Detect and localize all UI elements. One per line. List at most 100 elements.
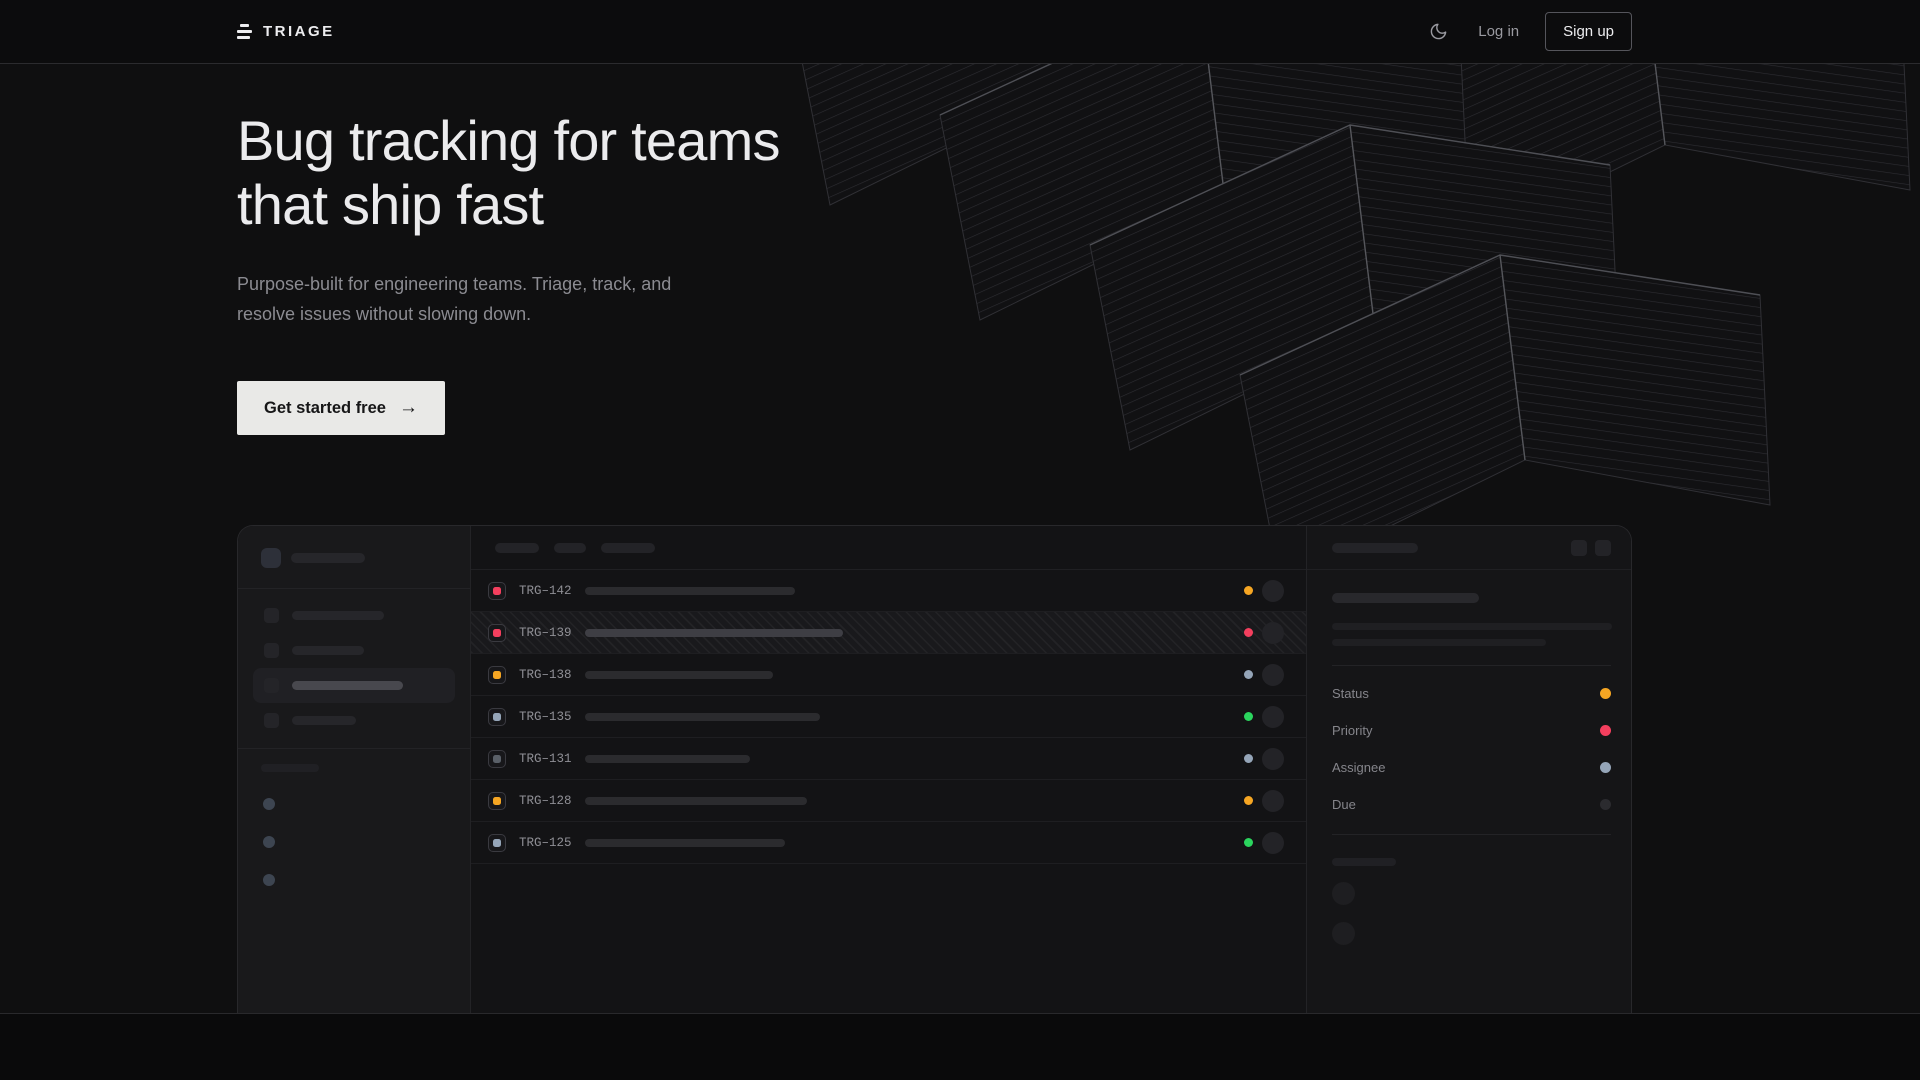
issue-row-selected[interactable]: TRG–139: [471, 612, 1306, 654]
issue-row[interactable]: TRG–131: [471, 738, 1306, 780]
issue-title-placeholder: [585, 587, 795, 595]
issue-type-icon: [488, 792, 506, 810]
issue-detail-panel: Status Priority Assignee Due: [1306, 526, 1631, 1013]
sidebar-item-active[interactable]: [253, 668, 455, 703]
title-line-2: that ship fast: [237, 173, 1920, 237]
assignee-avatar: [1262, 664, 1284, 686]
issue-list-panel: TRG–142 TRG–139 TRG–138 TRG–135 TRG–131 TRG–1…: [471, 526, 1306, 1013]
sidebar-item[interactable]: [253, 703, 455, 738]
assignee-avatar: [1262, 706, 1284, 728]
sidebar-item-label-placeholder: [292, 646, 364, 655]
property-value-dot: [1600, 688, 1611, 699]
toolbar-pill-placeholder[interactable]: [554, 543, 586, 553]
sidebar-footer-items: [238, 777, 470, 886]
assignee-avatar: [1262, 832, 1284, 854]
issue-id: TRG–138: [519, 668, 585, 682]
detail-action-button[interactable]: [1571, 540, 1587, 556]
activity-avatar-placeholder: [1332, 882, 1355, 905]
theme-toggle-button[interactable]: [1425, 18, 1452, 45]
issue-type-icon: [488, 624, 506, 642]
issue-id: TRG–139: [519, 626, 585, 640]
issue-title-placeholder: [585, 629, 843, 637]
app-window: TRG–142 TRG–139 TRG–138 TRG–135 TRG–131 TRG–1…: [237, 525, 1632, 1013]
detail-footer-label-placeholder: [1332, 858, 1396, 866]
sidebar-nav: [238, 589, 470, 748]
toolbar-pill-placeholder[interactable]: [601, 543, 655, 553]
sidebar-item-icon-placeholder: [264, 713, 279, 728]
assignee-avatar: [1262, 622, 1284, 644]
detail-properties: Status Priority Assignee Due: [1332, 675, 1611, 823]
sidebar-item-label-placeholder: [292, 681, 403, 690]
status-dot: [1244, 838, 1253, 847]
status-dot: [1244, 586, 1253, 595]
property-label: Priority: [1332, 723, 1372, 738]
status-dot: [1244, 670, 1253, 679]
property-row-status[interactable]: Status: [1332, 675, 1611, 712]
sidebar-divider: [238, 748, 470, 749]
sidebar-item[interactable]: [253, 598, 455, 633]
issue-type-icon: [488, 750, 506, 768]
issue-title-placeholder: [585, 839, 785, 847]
detail-activity-avatars: [1332, 882, 1611, 945]
issue-id: TRG–131: [519, 752, 585, 766]
property-row-priority[interactable]: Priority: [1332, 712, 1611, 749]
property-label: Due: [1332, 797, 1356, 812]
issue-type-icon: [488, 582, 506, 600]
detail-header: [1307, 526, 1631, 570]
page-title: Bug tracking for teams that ship fast: [237, 109, 1920, 237]
property-value-dot: [1600, 762, 1611, 773]
sidebar-section-label-placeholder: [261, 764, 319, 772]
workspace-avatar: [261, 548, 281, 568]
sidebar-item-label-placeholder: [292, 716, 356, 725]
assignee-avatar: [1262, 580, 1284, 602]
detail-header-buttons: [1571, 540, 1611, 556]
sidebar-footer-dot: [263, 874, 275, 886]
arrow-right-icon: →: [399, 397, 418, 419]
detail-header-bar: [1332, 543, 1418, 553]
detail-divider: [1332, 665, 1611, 666]
detail-action-button[interactable]: [1595, 540, 1611, 556]
get-started-button[interactable]: Get started free →: [237, 381, 445, 435]
workspace-name-placeholder: [291, 553, 365, 563]
app-sidebar: [238, 526, 471, 1013]
issue-id: TRG–128: [519, 794, 585, 808]
assignee-avatar: [1262, 790, 1284, 812]
issue-row[interactable]: TRG–138: [471, 654, 1306, 696]
property-label: Assignee: [1332, 760, 1385, 775]
issue-row[interactable]: TRG–142: [471, 570, 1306, 612]
triage-logo-icon: [237, 24, 252, 39]
issue-row[interactable]: TRG–128: [471, 780, 1306, 822]
brand[interactable]: TRIAGE: [237, 23, 335, 40]
issue-title-placeholder: [585, 713, 820, 721]
issue-type-icon: [488, 708, 506, 726]
status-dot: [1244, 796, 1253, 805]
cta-label: Get started free: [264, 399, 386, 418]
sidebar-item-icon-placeholder: [264, 678, 279, 693]
issue-id: TRG–142: [519, 584, 585, 598]
sidebar-item-label-placeholder: [292, 611, 384, 620]
issue-rows: TRG–142 TRG–139 TRG–138 TRG–135 TRG–131 TRG–1…: [471, 570, 1306, 864]
sidebar-item[interactable]: [253, 633, 455, 668]
detail-divider: [1332, 834, 1611, 835]
workspace-switcher[interactable]: [238, 526, 470, 588]
sidebar-item-icon-placeholder: [264, 608, 279, 623]
assignee-avatar: [1262, 748, 1284, 770]
login-link[interactable]: Log in: [1478, 23, 1519, 40]
issue-title-placeholder: [585, 797, 807, 805]
issue-id: TRG–135: [519, 710, 585, 724]
hero-subtitle: Purpose-built for engineering teams. Tri…: [237, 269, 711, 329]
property-row-assignee[interactable]: Assignee: [1332, 749, 1611, 786]
toolbar-pill-placeholder[interactable]: [495, 543, 539, 553]
property-row-due[interactable]: Due: [1332, 786, 1611, 823]
issue-title-placeholder: [585, 755, 750, 763]
nav-actions: Log in Sign up: [1425, 12, 1632, 51]
next-section-band: [0, 1013, 1920, 1080]
property-label: Status: [1332, 686, 1369, 701]
issue-row[interactable]: TRG–135: [471, 696, 1306, 738]
brand-name: TRIAGE: [263, 23, 335, 40]
issue-type-icon: [488, 666, 506, 684]
issue-row[interactable]: TRG–125: [471, 822, 1306, 864]
sidebar-item-icon-placeholder: [264, 643, 279, 658]
detail-desc-line-1: [1332, 623, 1612, 630]
signup-button[interactable]: Sign up: [1545, 12, 1632, 51]
